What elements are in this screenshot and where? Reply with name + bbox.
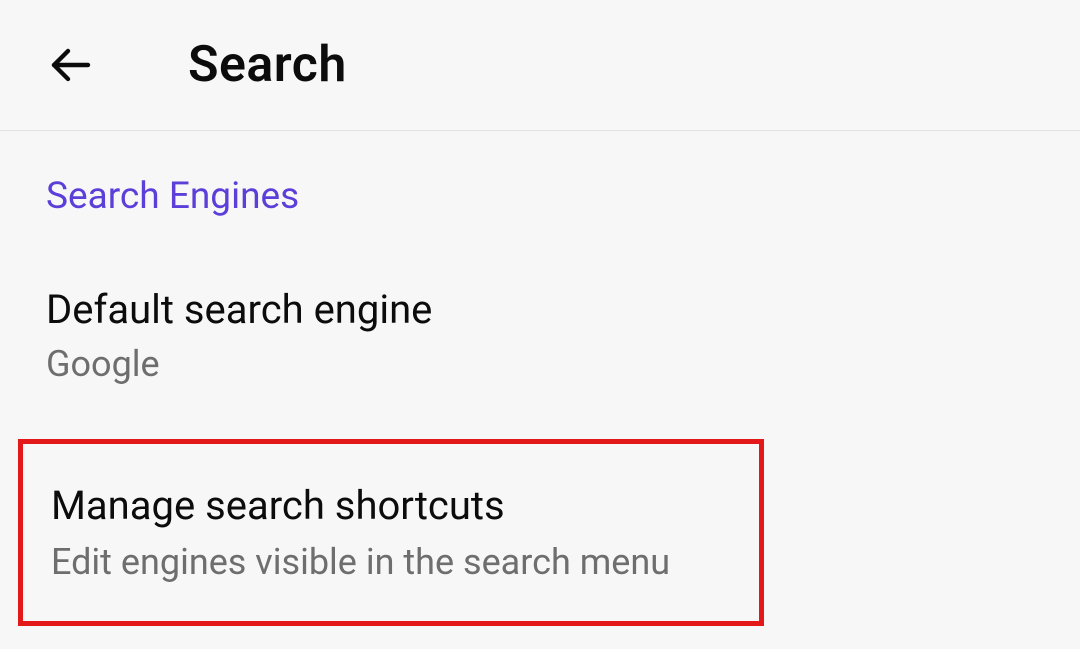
list-item-title: Default search engine [46,286,1034,333]
page-title: Search [188,36,347,94]
list-item-subtitle: Google [46,343,1034,385]
section-header-search-engines: Search Engines [0,131,1080,244]
content-area: Search Engines Default search engine Goo… [0,131,1080,626]
default-search-engine-item[interactable]: Default search engine Google [0,244,1080,427]
list-item-subtitle: Edit engines visible in the search menu [51,541,731,583]
manage-search-shortcuts-item[interactable]: Manage search shortcuts Edit engines vis… [18,439,764,626]
list-item-title: Manage search shortcuts [51,482,731,529]
arrow-left-icon [46,41,94,89]
page-header: Search [0,0,1080,131]
back-button[interactable] [44,39,96,91]
